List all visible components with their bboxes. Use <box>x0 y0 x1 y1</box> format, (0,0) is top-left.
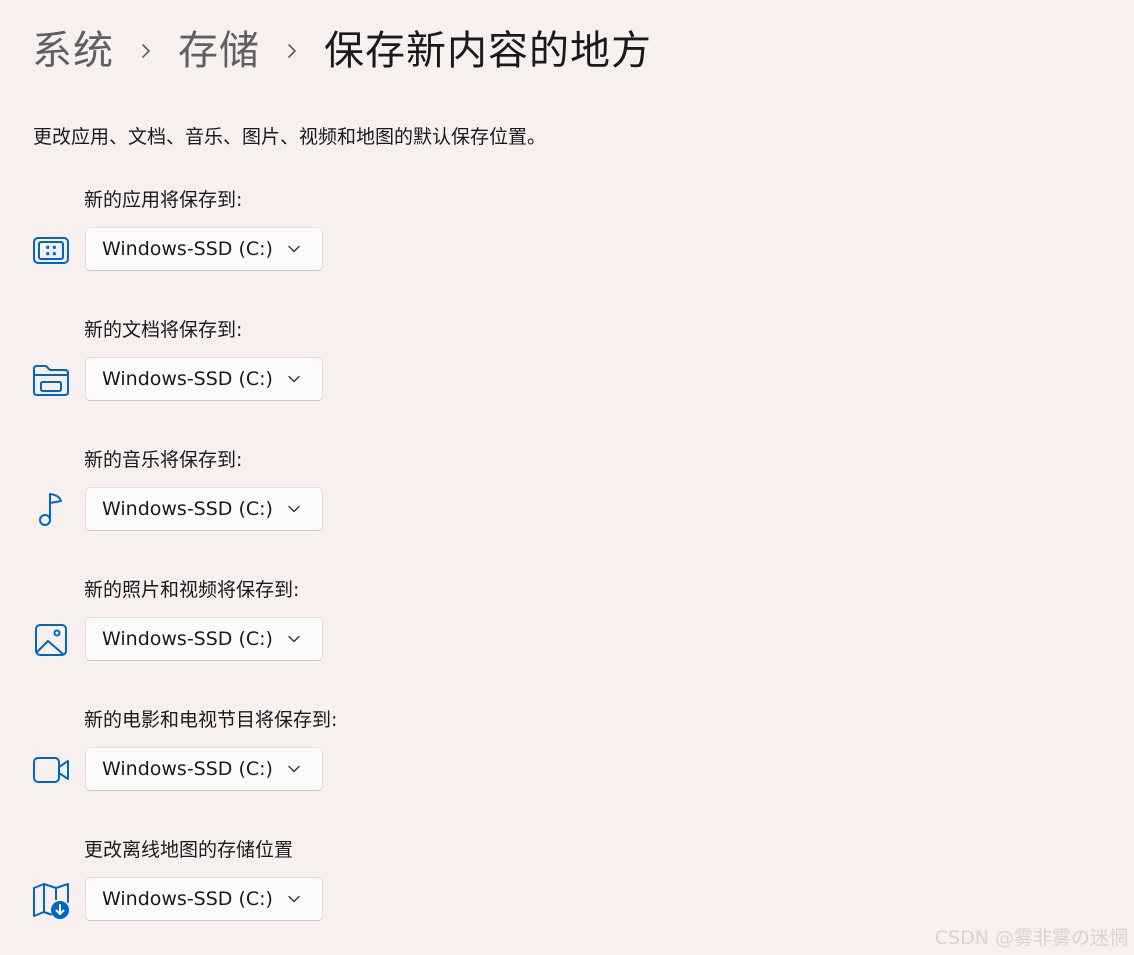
documents-save-label: 新的文档将保存到: <box>84 319 243 341</box>
chevron-down-icon <box>288 895 300 903</box>
dropdown-selected-value: Windows-SSD (C:) <box>102 628 273 650</box>
chevron-down-icon <box>288 245 300 253</box>
dropdown-selected-value: Windows-SSD (C:) <box>102 758 273 780</box>
chevron-down-icon <box>288 375 300 383</box>
watermark: CSDN @雾非雾の迷惘 <box>934 927 1128 949</box>
photos-save-label: 新的照片和视频将保存到: <box>84 579 300 601</box>
picture-icon <box>35 624 67 656</box>
movies-save-label: 新的电影和电视节目将保存到: <box>84 709 338 731</box>
dropdown-selected-value: Windows-SSD (C:) <box>102 498 273 520</box>
documents-location-dropdown[interactable]: Windows-SSD (C:) <box>85 357 323 401</box>
map-download-icon <box>33 883 69 919</box>
maps-storage-label: 更改离线地图的存储位置 <box>84 839 294 861</box>
apps-save-label: 新的应用将保存到: <box>84 189 243 211</box>
movies-location-dropdown[interactable]: Windows-SSD (C:) <box>85 747 323 791</box>
breadcrumb-item-storage[interactable]: 存储 <box>178 22 260 80</box>
apps-location-dropdown[interactable]: Windows-SSD (C:) <box>85 227 323 271</box>
page-title: 保存新内容的地方 <box>324 28 652 74</box>
chevron-down-icon <box>288 765 300 773</box>
apps-icon <box>33 237 69 264</box>
chevron-right-icon <box>142 44 150 58</box>
breadcrumb: 系统 存储 保存新内容的地方 <box>32 22 652 80</box>
chevron-down-icon <box>288 505 300 513</box>
folder-icon <box>33 365 69 396</box>
breadcrumb-item-system[interactable]: 系统 <box>32 22 114 80</box>
photos-location-dropdown[interactable]: Windows-SSD (C:) <box>85 617 323 661</box>
dropdown-selected-value: Windows-SSD (C:) <box>102 368 273 390</box>
music-location-dropdown[interactable]: Windows-SSD (C:) <box>85 487 323 531</box>
dropdown-selected-value: Windows-SSD (C:) <box>102 888 273 910</box>
chevron-right-icon <box>288 44 296 58</box>
music-save-label: 新的音乐将保存到: <box>84 449 243 471</box>
video-camera-icon <box>33 757 69 783</box>
music-note-icon <box>39 493 62 526</box>
dropdown-selected-value: Windows-SSD (C:) <box>102 238 273 260</box>
page-description: 更改应用、文档、音乐、图片、视频和地图的默认保存位置。 <box>33 126 547 148</box>
chevron-down-icon <box>288 635 300 643</box>
maps-location-dropdown[interactable]: Windows-SSD (C:) <box>85 877 323 921</box>
